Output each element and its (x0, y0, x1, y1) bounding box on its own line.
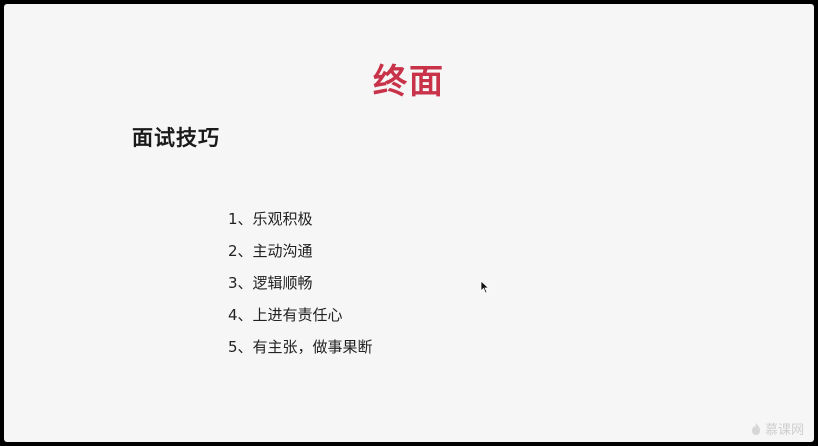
presentation-slide: 终面 面试技巧 1、乐观积极 2、主动沟通 3、逻辑顺畅 4、上进有责任心 5、… (4, 4, 814, 442)
tips-list: 1、乐观积极 2、主动沟通 3、逻辑顺畅 4、上进有责任心 5、有主张，做事果断 (228, 206, 373, 366)
flame-logo-icon (751, 422, 760, 435)
mouse-pointer-icon (480, 280, 490, 294)
watermark: 慕课网 (750, 419, 804, 438)
slide-title: 终面 (373, 62, 445, 102)
screen-frame: 终面 面试技巧 1、乐观积极 2、主动沟通 3、逻辑顺畅 4、上进有责任心 5、… (0, 0, 818, 446)
tip-item-4: 4、上进有责任心 (228, 306, 343, 324)
watermark-text: 慕课网 (764, 423, 804, 438)
tip-item-1: 1、乐观积极 (228, 210, 313, 228)
slide-subtitle: 面试技巧 (132, 126, 220, 150)
tip-item-2: 2、主动沟通 (228, 242, 313, 260)
tip-item-3: 3、逻辑顺畅 (228, 274, 313, 292)
tip-item-5: 5、有主张，做事果断 (228, 338, 373, 356)
